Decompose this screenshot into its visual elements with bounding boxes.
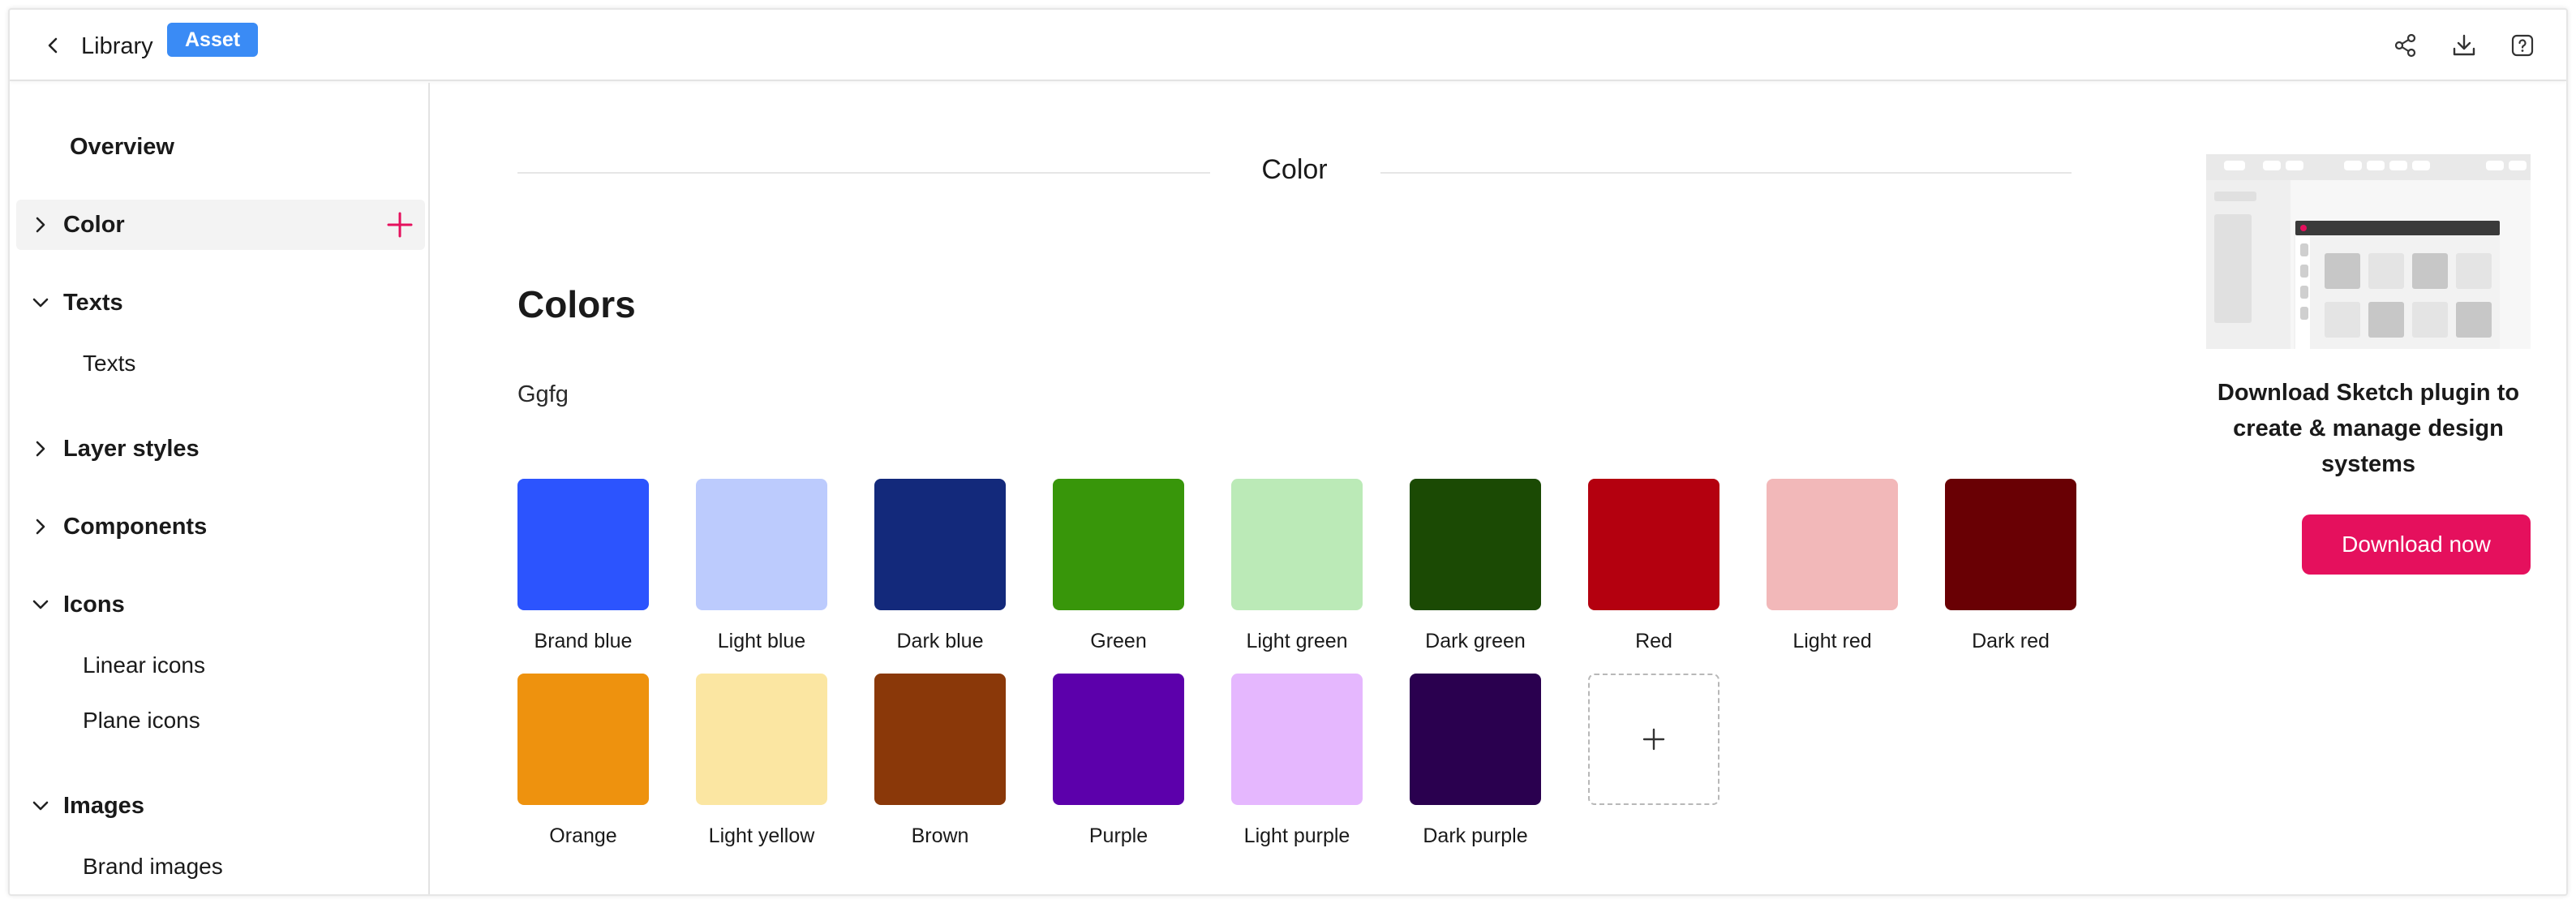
promo-text: Download Sketch plugin to create & manag… [2217,380,2520,477]
download-button[interactable] [2446,28,2482,63]
promo-panel: Download Sketch plugin to create & manag… [2159,83,2566,894]
plus-icon [1642,728,1665,751]
swatch-chip [1231,479,1363,610]
color-swatch[interactable]: Light yellow [696,674,827,848]
sidebar-item-layer-styles[interactable]: Layer styles [16,424,425,474]
swatch-label: Green [1090,630,1147,652]
swatch-label: Light red [1792,630,1872,652]
sidebar-item-overview[interactable]: Overview [16,122,425,172]
sidebar-item-label: Texts [63,289,123,316]
share-button[interactable] [2388,28,2424,63]
share-icon [2394,33,2416,58]
sidebar-subitem-texts[interactable]: Texts [83,351,135,377]
swatch-label: Orange [549,824,617,847]
sidebar: Overview Color Texts Texts Layer styles [10,83,430,894]
swatch-chip [874,674,1006,805]
group-title: Colors [517,283,636,325]
sidebar-item-color[interactable]: Color [16,200,425,250]
sidebar-item-label: Color [63,211,125,238]
sidebar-item-icons[interactable]: Icons [16,579,425,630]
swatch-label: Dark red [1972,630,2050,652]
help-button[interactable] [2505,28,2540,63]
swatch-chip [874,479,1006,610]
color-swatch[interactable]: Purple [1053,674,1184,848]
swatch-label: Light purple [1243,824,1350,847]
color-swatch[interactable]: Dark red [1945,479,2076,653]
sidebar-item-components[interactable]: Components [16,502,425,552]
section-title: Color [1261,154,1328,185]
color-swatch[interactable]: Green [1053,479,1184,653]
swatch-chip [696,479,827,610]
chevron-left-icon [48,37,58,54]
main-content: Color Colors Ggfg Brand blue Light blue Da… [431,83,2157,894]
color-swatch[interactable]: Light blue [696,479,827,653]
color-swatch[interactable]: Brown [874,674,1006,848]
sidebar-item-label: Images [63,792,144,819]
sidebar-subitem-brand-images[interactable]: Brand images [83,854,223,880]
color-swatch[interactable]: Dark green [1410,479,1541,653]
swatch-label: Purple [1088,824,1148,847]
swatch-label: Light green [1246,630,1348,652]
swatch-label: Light blue [717,630,806,652]
sidebar-item-label: Overview [70,133,174,160]
swatch-label: Dark purple [1423,824,1528,847]
swatch-label: Dark green [1425,630,1526,652]
swatch-label: Dark blue [896,630,984,652]
chevron-right-icon [36,217,45,233]
add-color-button[interactable] [1588,674,1719,805]
back-button[interactable] [37,29,70,62]
add-color-icon[interactable] [386,211,414,239]
swatch-chip [1945,479,2076,610]
page-title: Library [81,33,153,59]
help-icon [2511,34,2534,57]
app-window: Library Asset Overview Color Texts Texts… [8,8,2568,896]
swatch-chip [1410,479,1541,610]
chevron-down-icon [32,600,49,609]
color-swatch[interactable]: Light green [1231,479,1363,653]
sidebar-item-images[interactable]: Images [16,781,425,831]
asset-badge: Asset [167,23,259,57]
swatch-chip [1053,674,1184,805]
sidebar-item-texts[interactable]: Texts [16,278,425,328]
download-icon [2453,34,2475,56]
color-swatch[interactable]: Dark purple [1410,674,1541,848]
color-swatch[interactable]: Dark blue [874,479,1006,653]
top-bar: Library Asset [10,10,2566,81]
swatch-chip [517,674,649,805]
color-swatch[interactable]: Brand blue [517,479,649,653]
color-swatch[interactable]: Light purple [1231,674,1363,848]
swatch-chip [696,674,827,805]
swatch-chip [1588,479,1719,610]
swatch-chip [1767,479,1898,610]
sidebar-item-label: Layer styles [63,435,200,462]
swatch-chip [1410,674,1541,805]
color-swatch[interactable]: Orange [517,674,649,848]
chevron-right-icon [36,519,45,535]
swatch-chip [517,479,649,610]
swatch-label: Brown [911,824,969,847]
swatch-label: Light yellow [708,824,815,847]
plugin-illustration [2206,154,2531,349]
chevron-down-icon [32,298,49,308]
chevron-down-icon [32,801,49,811]
swatch-label: Brand blue [534,630,633,652]
color-swatch[interactable]: Red [1588,479,1719,653]
color-swatch[interactable]: Light red [1767,479,1898,653]
download-now-button[interactable]: Download now [2302,514,2531,575]
sidebar-subitem-linear-icons[interactable]: Linear icons [83,652,205,678]
sidebar-item-label: Components [63,513,208,540]
swatch-label: Red [1635,630,1672,652]
sidebar-item-label: Icons [63,591,125,618]
group-description: Ggfg [517,381,569,407]
swatch-chip [1053,479,1184,610]
chevron-right-icon [36,441,45,457]
sidebar-subitem-plane-icons[interactable]: Plane icons [83,708,200,734]
swatch-chip [1231,674,1363,805]
add-color-tile [1588,674,1719,805]
